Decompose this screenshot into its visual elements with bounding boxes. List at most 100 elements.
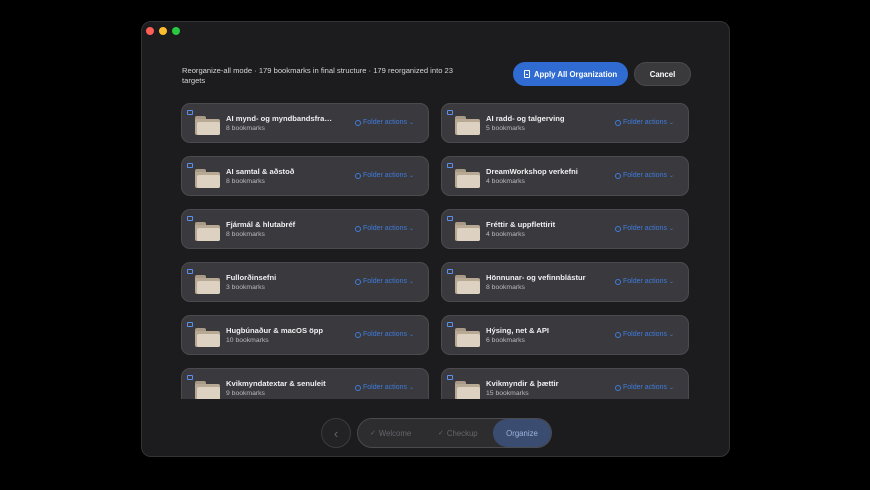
chevron-down-icon: ⌄ xyxy=(408,279,414,285)
folder-actions-label: Folder actions xyxy=(363,331,407,338)
circle-ellipsis-icon xyxy=(615,384,621,391)
folder-actions-menu[interactable]: Folder actions ⌄ xyxy=(615,225,674,232)
folder-card[interactable]: DreamWorkshop verkefni 4 bookmarks Folde… xyxy=(441,156,689,196)
folder-title: Fullorðinsefni xyxy=(226,273,277,282)
folder-card[interactable]: Fréttir & uppflettirit 4 bookmarks Folde… xyxy=(441,209,689,249)
folder-actions-menu[interactable]: Folder actions ⌄ xyxy=(355,278,414,285)
chevron-down-icon: ⌄ xyxy=(408,173,414,179)
badge-icon xyxy=(187,269,193,274)
folder-icon xyxy=(455,222,480,241)
minimize-window-button[interactable] xyxy=(159,27,167,35)
folder-title: DreamWorkshop verkefni xyxy=(486,167,578,176)
circle-ellipsis-icon xyxy=(615,119,621,126)
chevron-down-icon: ⌄ xyxy=(408,120,414,126)
folder-title: AI radd- og talgerving xyxy=(486,114,565,123)
bookmark-count: 4 bookmarks xyxy=(486,178,525,185)
back-button[interactable]: ‹ xyxy=(321,418,351,448)
badge-icon xyxy=(187,375,193,380)
badge-icon xyxy=(187,163,193,168)
badge-icon xyxy=(447,375,453,380)
folder-actions-label: Folder actions xyxy=(623,225,667,232)
folder-actions-menu[interactable]: Folder actions ⌄ xyxy=(615,172,674,179)
bookmark-count: 15 bookmarks xyxy=(486,390,529,397)
chevron-down-icon: ⌄ xyxy=(668,385,674,391)
folder-card[interactable]: Hugbúnaður & macOS öpp 10 bookmarks Fold… xyxy=(181,315,429,355)
folder-card[interactable]: Fjármál & hlutabréf 8 bookmarks Folder a… xyxy=(181,209,429,249)
folder-icon xyxy=(195,328,220,347)
chevron-left-icon: ‹ xyxy=(333,425,339,441)
folder-card[interactable]: Hýsing, net & API 6 bookmarks Folder act… xyxy=(441,315,689,355)
document-icon xyxy=(523,70,530,78)
folder-actions-menu[interactable]: Folder actions ⌄ xyxy=(615,278,674,285)
folder-title: Hýsing, net & API xyxy=(486,326,550,335)
folder-grid: AI mynd- og myndbandsframleið… 8 bookmar… xyxy=(181,103,693,399)
bookmark-count: 10 bookmarks xyxy=(226,337,269,344)
circle-ellipsis-icon xyxy=(615,172,621,179)
apply-all-organization-button[interactable]: Apply All Organization xyxy=(513,62,628,86)
folder-actions-menu[interactable]: Folder actions ⌄ xyxy=(355,172,414,179)
circle-ellipsis-icon xyxy=(615,278,621,285)
folder-icon xyxy=(195,116,220,135)
folder-card[interactable]: Fullorðinsefni 3 bookmarks Folder action… xyxy=(181,262,429,302)
folder-actions-menu[interactable]: Folder actions ⌄ xyxy=(615,119,674,126)
circle-ellipsis-icon xyxy=(355,278,361,285)
folder-icon xyxy=(455,169,480,188)
folder-card[interactable]: AI mynd- og myndbandsframleið… 8 bookmar… xyxy=(181,103,429,143)
folder-icon xyxy=(195,169,220,188)
circle-ellipsis-icon xyxy=(615,225,621,232)
zoom-window-button[interactable] xyxy=(172,27,180,35)
folder-actions-menu[interactable]: Folder actions ⌄ xyxy=(355,331,414,338)
circle-ellipsis-icon xyxy=(355,384,361,391)
folder-card[interactable]: AI samtal & aðstoð 8 bookmarks Folder ac… xyxy=(181,156,429,196)
folder-actions-menu[interactable]: Folder actions ⌄ xyxy=(355,384,414,391)
folder-actions-menu[interactable]: Folder actions ⌄ xyxy=(355,225,414,232)
close-window-button[interactable] xyxy=(146,27,154,35)
folder-card[interactable]: AI radd- og talgerving 5 bookmarks Folde… xyxy=(441,103,689,143)
folder-actions-menu[interactable]: Folder actions ⌄ xyxy=(615,331,674,338)
folder-actions-menu[interactable]: Folder actions ⌄ xyxy=(615,384,674,391)
folder-card[interactable]: Hönnunar- og vefinnblástur 8 bookmarks F… xyxy=(441,262,689,302)
folder-title: AI mynd- og myndbandsframleið… xyxy=(226,114,336,123)
bookmark-count: 8 bookmarks xyxy=(226,178,265,185)
folder-actions-label: Folder actions xyxy=(363,384,407,391)
folder-actions-label: Folder actions xyxy=(363,278,407,285)
step-organize[interactable]: Organize xyxy=(493,419,551,447)
chevron-down-icon: ⌄ xyxy=(668,279,674,285)
folder-actions-label: Folder actions xyxy=(623,331,667,338)
folder-actions-label: Folder actions xyxy=(363,225,407,232)
folder-card[interactable]: Kvikmyndir & þættir 15 bookmarks Folder … xyxy=(441,368,689,399)
badge-icon xyxy=(187,110,193,115)
folder-icon xyxy=(455,275,480,294)
chevron-down-icon: ⌄ xyxy=(408,226,414,232)
circle-ellipsis-icon xyxy=(355,172,361,179)
step-label: Checkup xyxy=(446,428,478,438)
chevron-down-icon: ⌄ xyxy=(668,332,674,338)
window-controls xyxy=(146,27,180,35)
badge-icon xyxy=(187,322,193,327)
folder-icon xyxy=(455,328,480,347)
folder-icon xyxy=(455,381,480,399)
step-checkup[interactable]: ✓ Checkup xyxy=(438,419,478,447)
folder-icon xyxy=(455,116,480,135)
folder-actions-menu[interactable]: Folder actions ⌄ xyxy=(355,119,414,126)
bookmark-count: 8 bookmarks xyxy=(226,231,265,238)
bookmark-count: 3 bookmarks xyxy=(226,284,265,291)
badge-icon xyxy=(447,163,453,168)
apply-label: Apply All Organization xyxy=(533,69,618,79)
folder-icon xyxy=(195,222,220,241)
cancel-button[interactable]: Cancel xyxy=(634,62,691,86)
chevron-down-icon: ⌄ xyxy=(668,226,674,232)
folder-icon xyxy=(195,381,220,399)
bookmark-count: 5 bookmarks xyxy=(486,125,525,132)
bookmark-count: 8 bookmarks xyxy=(226,125,265,132)
bookmark-count: 4 bookmarks xyxy=(486,231,525,238)
step-label: Welcome xyxy=(378,428,412,438)
circle-ellipsis-icon xyxy=(355,119,361,126)
step-welcome[interactable]: ✓ Welcome xyxy=(370,419,411,447)
folder-card[interactable]: Kvikmyndatextar & senuleit 9 bookmarks F… xyxy=(181,368,429,399)
chevron-down-icon: ⌄ xyxy=(668,173,674,179)
chevron-down-icon: ⌄ xyxy=(668,120,674,126)
badge-icon xyxy=(447,322,453,327)
folder-icon xyxy=(195,275,220,294)
folder-title: Hugbúnaður & macOS öpp xyxy=(226,326,324,335)
